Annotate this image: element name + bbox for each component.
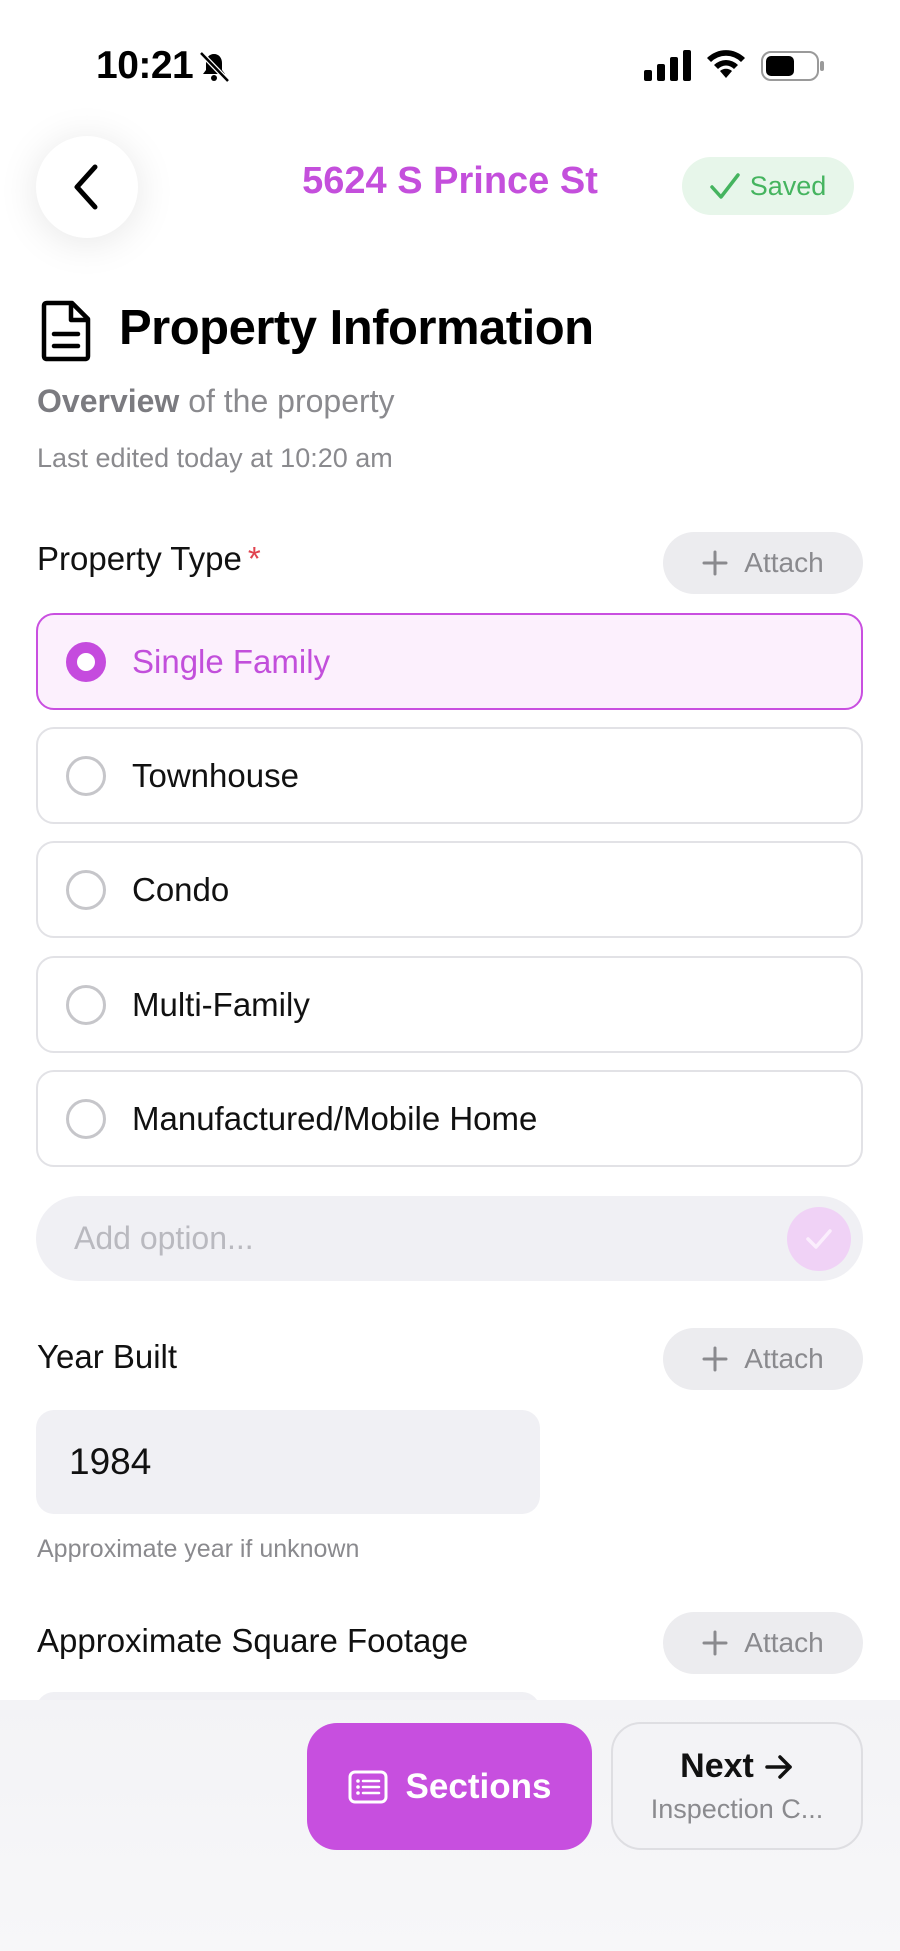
subtitle-rest: of the property <box>179 383 395 419</box>
add-option-confirm-button[interactable] <box>787 1206 851 1271</box>
checkmark-icon <box>709 173 740 199</box>
status-time: 10:21 <box>96 44 194 87</box>
next-label: Next <box>680 1747 754 1785</box>
last-edited-text: Last edited today at 10:20 am <box>37 443 393 473</box>
page-title: 5624 S Prince St <box>302 160 598 202</box>
document-icon <box>41 300 91 362</box>
next-section-name: Inspection C... <box>650 1794 824 1824</box>
subtitle-bold: Overview <box>37 383 180 419</box>
option-manufactured-mobile-home[interactable]: Manufactured/Mobile Home <box>36 1070 863 1167</box>
option-label: Townhouse <box>132 756 299 794</box>
wifi-icon <box>707 50 745 78</box>
property-type-label: Property Type * <box>37 540 261 578</box>
option-label: Single Family <box>132 642 331 680</box>
property-type-label-text: Property Type <box>37 540 242 577</box>
year-built-input[interactable] <box>36 1410 540 1514</box>
attach-label: Attach <box>744 1627 824 1658</box>
radio-selected <box>66 641 106 682</box>
next-button[interactable]: Next Inspection C... <box>611 1722 863 1850</box>
section-title: Property Information <box>119 301 594 355</box>
add-option-field <box>36 1196 863 1281</box>
year-built-helper-text: Approximate year if unknown <box>37 1535 360 1563</box>
checkmark-icon <box>806 1228 832 1249</box>
bell-slash-icon <box>199 51 230 83</box>
option-multi-family[interactable]: Multi-Family <box>36 956 863 1053</box>
radio-unselected <box>66 755 106 796</box>
screen: 10:21 5624 S Prince St Saved Property In… <box>0 0 900 1951</box>
arrow-right-icon <box>765 1754 792 1779</box>
option-label: Condo <box>132 870 230 908</box>
option-single-family[interactable]: Single Family <box>36 613 863 710</box>
attach-label: Attach <box>744 547 824 578</box>
next-row: Next <box>680 1747 794 1786</box>
radio-unselected <box>66 869 106 910</box>
plus-icon <box>702 1346 728 1372</box>
property-type-attach-button[interactable]: Attach <box>663 532 863 594</box>
saved-label: Saved <box>749 170 827 201</box>
option-condo[interactable]: Condo <box>36 841 863 938</box>
year-built-label: Year Built <box>37 1338 178 1375</box>
back-button[interactable] <box>36 136 138 238</box>
square-footage-attach-button[interactable]: Attach <box>663 1612 863 1674</box>
chevron-left-icon <box>74 164 98 210</box>
sections-button[interactable]: Sections <box>307 1723 592 1850</box>
add-option-input[interactable] <box>36 1220 787 1257</box>
list-icon <box>348 1770 388 1803</box>
plus-icon <box>702 550 728 576</box>
battery-icon <box>761 51 824 81</box>
year-built-attach-button[interactable]: Attach <box>663 1328 863 1390</box>
required-marker: * <box>247 540 261 577</box>
square-footage-label: Approximate Square Footage <box>37 1622 469 1659</box>
option-townhouse[interactable]: Townhouse <box>36 727 863 824</box>
section-subtitle: Overview of the property <box>37 383 395 420</box>
sections-label: Sections <box>405 1766 552 1806</box>
saved-status-badge: Saved <box>682 157 854 215</box>
radio-unselected <box>66 1098 106 1139</box>
radio-unselected <box>66 984 106 1025</box>
signal-icon <box>644 50 691 81</box>
option-label: Multi-Family <box>132 985 310 1023</box>
attach-label: Attach <box>744 1343 824 1374</box>
plus-icon <box>702 1630 728 1656</box>
option-label: Manufactured/Mobile Home <box>132 1099 538 1137</box>
